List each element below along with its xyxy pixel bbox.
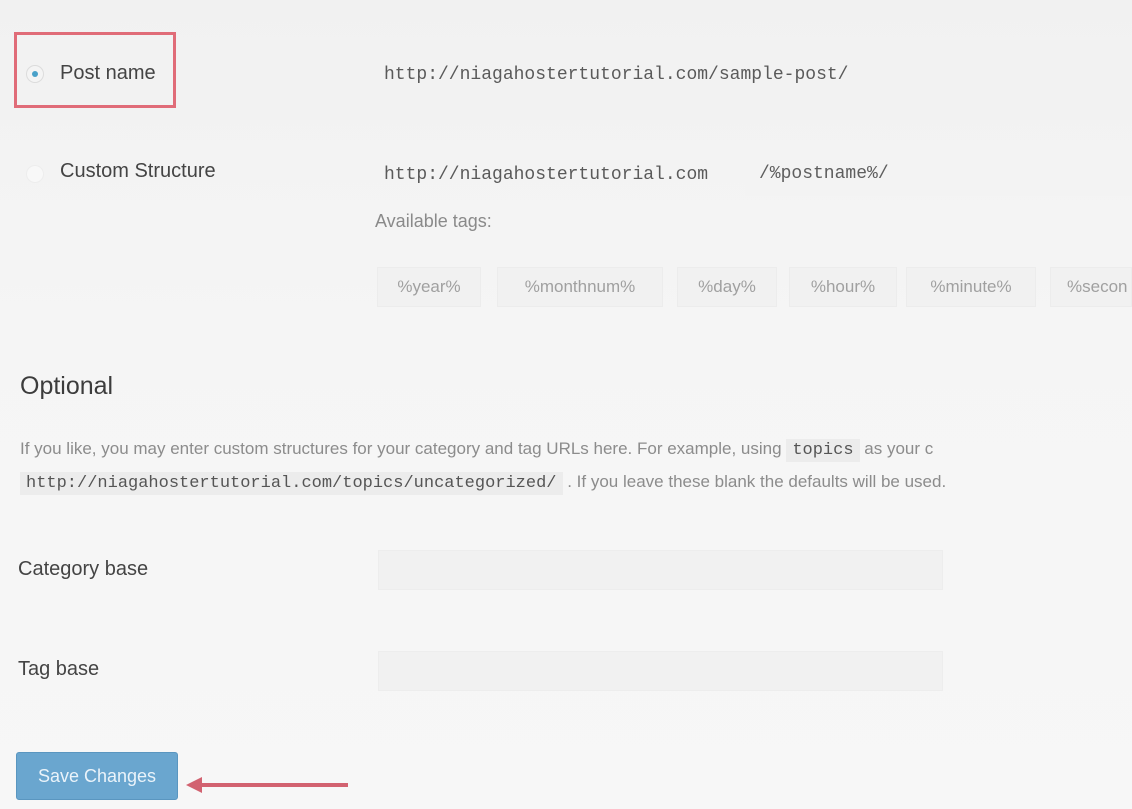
optional-description-line1: If you like, you may enter custom struct…: [20, 439, 934, 462]
optional-description-text-2: as your c: [864, 439, 934, 458]
tag-year-label: %year%: [397, 277, 461, 296]
tag-day-label: %day%: [698, 277, 756, 296]
post-name-radio[interactable]: [26, 65, 44, 83]
custom-structure-value: /%postname%/: [759, 164, 889, 184]
save-changes-button[interactable]: Save Changes: [16, 752, 178, 800]
optional-description-text-3: . If you leave these blank the defaults …: [567, 472, 947, 491]
optional-description-text: If you like, you may enter custom struct…: [20, 439, 782, 458]
tag-base-input[interactable]: [378, 651, 943, 691]
tag-second-label: %secon: [1067, 277, 1128, 296]
tag-monthnum-label: %monthnum%: [524, 277, 636, 296]
tag-button-year[interactable]: %year%: [377, 267, 481, 307]
available-tags-label: Available tags:: [375, 211, 492, 231]
arrow-annotation-head: [186, 777, 202, 793]
optional-heading: Optional: [20, 372, 114, 400]
tag-hour-label: %hour%: [810, 277, 876, 296]
custom-structure-input[interactable]: /%postname%/: [745, 158, 1132, 196]
custom-structure-base-url: http://niagahostertutorial.com: [384, 165, 709, 185]
tag-button-second[interactable]: %secon: [1050, 267, 1132, 307]
arrow-annotation-shaft: [198, 783, 348, 787]
tag-minute-label: %minute%: [930, 277, 1012, 296]
category-base-input[interactable]: [378, 550, 943, 590]
optional-description-code: topics: [786, 439, 860, 462]
optional-description-url: http://niagahostertutorial.com/topics/un…: [20, 472, 563, 495]
post-name-label[interactable]: Post name: [60, 62, 156, 85]
custom-structure-label[interactable]: Custom Structure: [60, 160, 216, 183]
tag-button-hour[interactable]: %hour%: [789, 267, 897, 307]
tag-button-monthnum[interactable]: %monthnum%: [497, 267, 663, 307]
category-base-label: Category base: [18, 558, 149, 580]
tag-button-minute[interactable]: %minute%: [906, 267, 1036, 307]
post-name-example-url: http://niagahostertutorial.com/sample-po…: [384, 65, 849, 85]
optional-description-line2: http://niagahostertutorial.com/topics/un…: [20, 472, 947, 495]
custom-structure-radio[interactable]: [26, 165, 44, 183]
tag-button-day[interactable]: %day%: [677, 267, 777, 307]
tag-base-label: Tag base: [18, 658, 100, 680]
